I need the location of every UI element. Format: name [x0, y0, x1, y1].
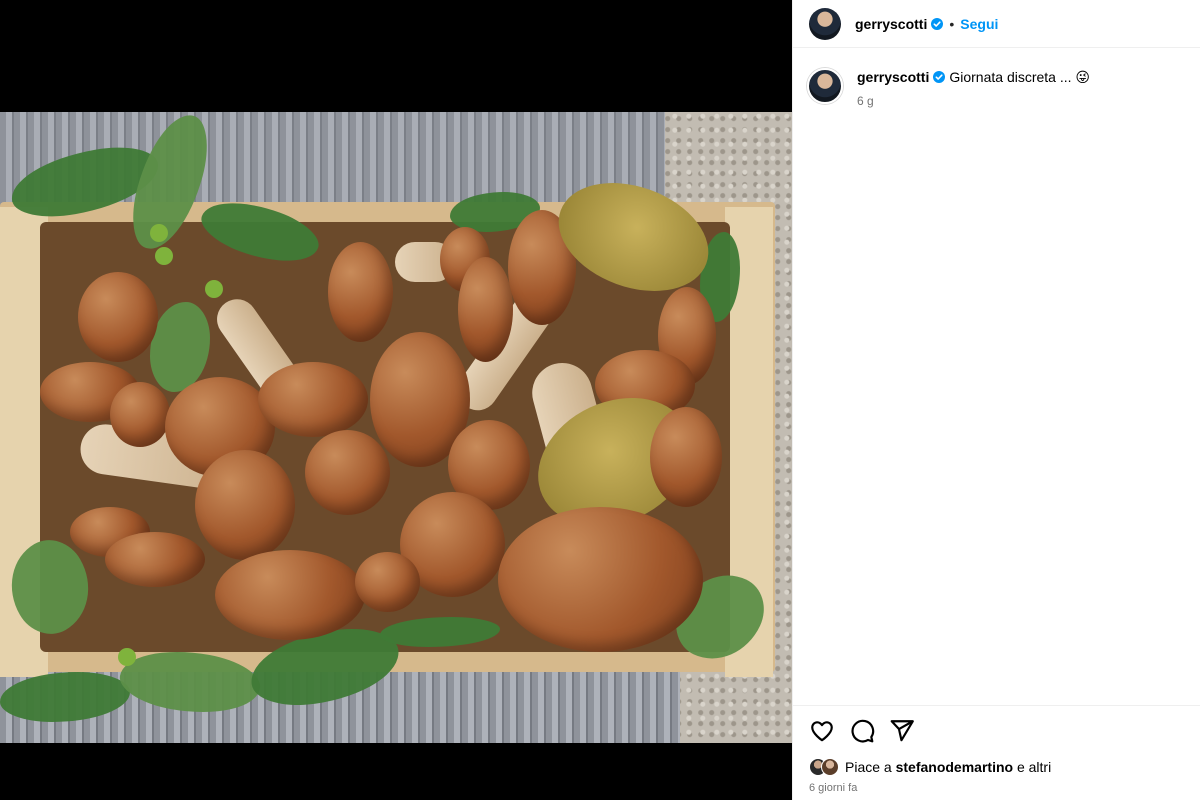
paper-plane-icon[interactable]: [889, 718, 915, 744]
likes-suffix[interactable]: e altri: [1013, 759, 1051, 775]
likes-user-link[interactable]: stefanodemartino: [896, 759, 1013, 775]
verified-badge-icon: [931, 17, 944, 30]
separator-dot: •: [949, 15, 955, 32]
likes-prefix: Piace a: [845, 759, 896, 775]
likes-summary: Piace a stefanodemartino e altri: [809, 758, 1051, 776]
liker-avatar: [821, 758, 839, 776]
caption-row: gerryscotti Giornata discreta ... 😜 6 g: [793, 48, 1200, 108]
post-media[interactable]: [0, 0, 792, 800]
post-side-panel: gerryscotti • Segui gerryscotti Giornata …: [792, 0, 1200, 800]
header-username[interactable]: gerryscotti: [855, 16, 927, 32]
caption-text: Giornata discreta ...: [949, 69, 1072, 85]
caption: gerryscotti Giornata discreta ... 😜: [857, 68, 1090, 86]
verified-badge-icon: [933, 71, 946, 83]
caption-age[interactable]: 6 g: [857, 94, 1090, 108]
avatar[interactable]: [809, 7, 841, 40]
comment-icon[interactable]: [849, 718, 875, 744]
caption-avatar[interactable]: [807, 68, 843, 104]
heart-icon[interactable]: [809, 718, 835, 744]
post-header: gerryscotti • Segui: [793, 0, 1200, 48]
mushroom-crate-photo: [0, 112, 792, 743]
caption-username[interactable]: gerryscotti: [857, 69, 929, 85]
post-actions: [793, 705, 1200, 744]
post-date[interactable]: 6 giorni fa: [809, 782, 857, 794]
caption-emoji: 😜: [1075, 69, 1091, 85]
follow-button[interactable]: Segui: [960, 16, 998, 32]
